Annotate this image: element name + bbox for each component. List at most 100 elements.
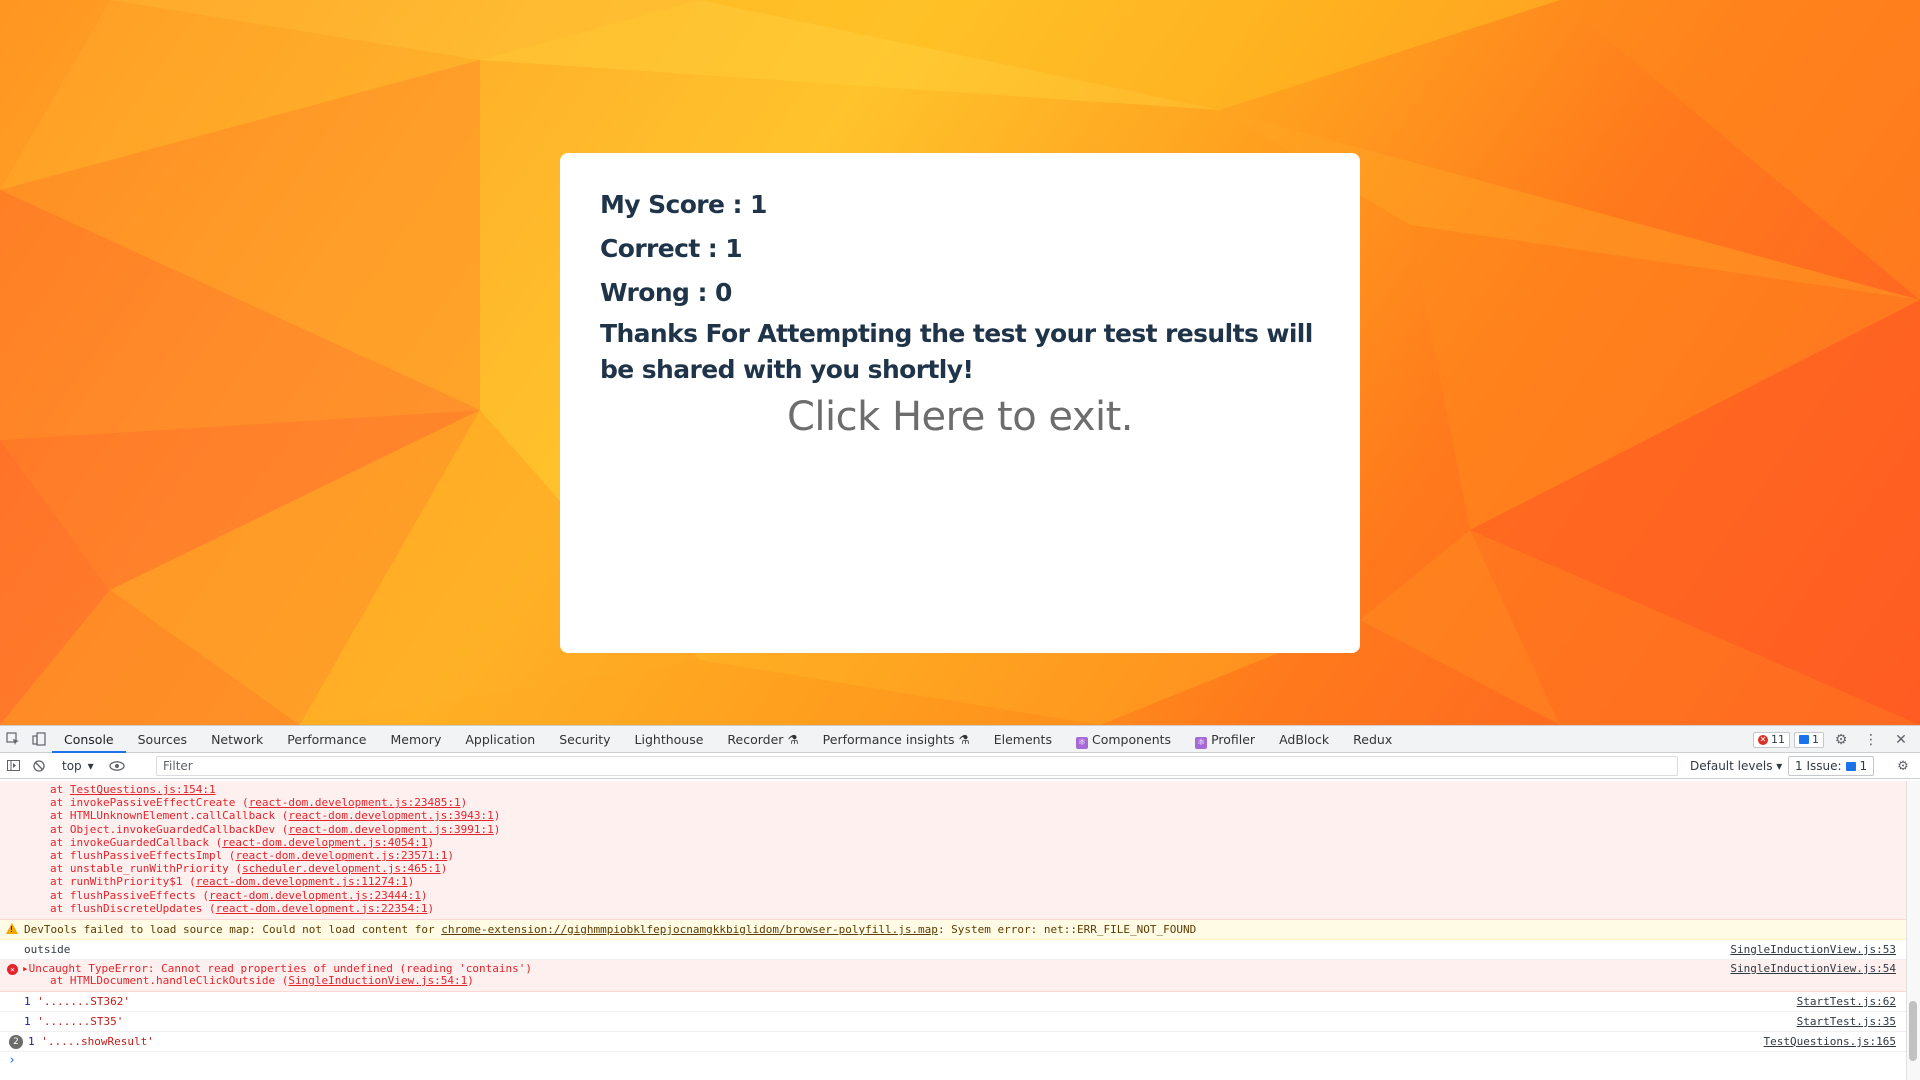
react-icon: ⚛: [1075, 736, 1088, 749]
source-link[interactable]: scheduler.development.js:465:1: [242, 862, 441, 875]
log-levels-value: Default levels: [1690, 759, 1773, 773]
issue-icon: [1845, 761, 1856, 771]
console-messages: at TestQuestions.js:154:1 at invokePassi…: [0, 781, 1906, 1080]
page-viewport: My Score : 1 Correct : 1 Wrong : 0 Thank…: [0, 0, 1920, 725]
flask-icon: ⚗: [958, 731, 970, 747]
result-card: My Score : 1 Correct : 1 Wrong : 0 Thank…: [560, 153, 1360, 653]
settings-gear-icon[interactable]: ⚙: [1828, 727, 1854, 753]
warning-message: DevTools failed to load source map: Coul…: [0, 919, 1906, 940]
log-message: 1 '.......ST362' StartTest.js:62: [0, 992, 1906, 1012]
message-icon: [1799, 735, 1809, 744]
source-link[interactable]: SingleInductionView.js:54:1: [288, 974, 467, 987]
stack-line: at TestQuestions.js:154:1: [50, 783, 216, 796]
more-options-icon[interactable]: ⋮: [1858, 727, 1884, 753]
stack-line: at HTMLDocument.handleClickOutside (Sing…: [50, 973, 474, 987]
device-toolbar-icon[interactable]: [26, 726, 52, 752]
chevron-down-icon: ▾: [87, 758, 94, 773]
stack-line: at invokeGuardedCallback (react-dom.deve…: [50, 835, 435, 849]
thanks-message: Thanks For Attempting the test your test…: [600, 319, 1313, 384]
source-link[interactable]: react-dom.development.js:23571:1: [235, 849, 447, 862]
source-link[interactable]: react-dom.development.js:3991:1: [288, 823, 493, 836]
console-settings-gear-icon[interactable]: ⚙: [1890, 753, 1916, 779]
source-link[interactable]: react-dom.development.js:23444:1: [209, 889, 421, 902]
clear-console-icon[interactable]: [26, 753, 52, 779]
tab-console[interactable]: Console: [52, 726, 126, 753]
source-link[interactable]: SingleInductionView.js:54: [1730, 960, 1896, 977]
tab-recorder[interactable]: Recorder ⚗: [715, 726, 810, 753]
tab-security[interactable]: Security: [547, 726, 622, 753]
tab-profiler[interactable]: ⚛ Profiler: [1183, 726, 1267, 753]
issues-label: 1 Issue:: [1795, 759, 1842, 773]
console-toolbar: top ▾ Default levels ▾ 1 Issue: 1 ⚙: [0, 753, 1920, 779]
stack-line: at Object.invokeGuardedCallbackDev (reac…: [50, 822, 501, 836]
stack-line: at invokePassiveEffectCreate (react-dom.…: [50, 796, 468, 810]
source-link[interactable]: react-dom.development.js:11274:1: [196, 875, 408, 888]
tab-performance[interactable]: Performance: [275, 726, 378, 753]
react-icon: ⚛: [1195, 736, 1208, 749]
tab-network[interactable]: Network: [199, 726, 275, 753]
source-link[interactable]: TestQuestions.js:165: [1764, 1032, 1896, 1051]
tab-lighthouse[interactable]: Lighthouse: [623, 726, 716, 753]
type-error-text[interactable]: ▸Uncaught TypeError: Cannot read propert…: [0, 960, 1906, 975]
source-link[interactable]: StartTest.js:35: [1797, 1012, 1896, 1031]
log-levels-select[interactable]: Default levels ▾: [1686, 756, 1786, 776]
stack-line: at HTMLUnknownElement.callCallback (reac…: [50, 809, 501, 823]
expand-triangle-icon[interactable]: ▸: [22, 962, 29, 975]
tab-performance-insights[interactable]: Performance insights ⚗: [811, 726, 982, 753]
devtools-tabbar: Console Sources Network Performance Memo…: [0, 726, 1920, 753]
sidebar-toggle-icon[interactable]: [0, 753, 26, 779]
source-link[interactable]: react-dom.development.js:3943:1: [288, 809, 493, 822]
stack-line: at unstable_runWithPriority (scheduler.d…: [50, 862, 448, 876]
devtools-tabbar-right: ✕ 11 1 ⚙ ⋮ ✕: [1753, 726, 1920, 753]
tab-application[interactable]: Application: [453, 726, 547, 753]
inspect-element-icon[interactable]: [0, 726, 26, 752]
console-prompt[interactable]: ›: [0, 1052, 1906, 1070]
tab-sources[interactable]: Sources: [126, 726, 199, 753]
tab-components[interactable]: ⚛ Components: [1064, 726, 1183, 753]
message-count-badge[interactable]: 1: [1794, 731, 1824, 748]
close-devtools-icon[interactable]: ✕: [1888, 727, 1914, 753]
my-score-text: My Score : 1: [600, 190, 767, 219]
stack-line: at runWithPriority$1 (react-dom.developm…: [50, 875, 415, 889]
flask-icon: ⚗: [787, 731, 799, 747]
source-link[interactable]: react-dom.development.js:23485:1: [249, 796, 461, 809]
source-link[interactable]: chrome-extension://gighmmpiobklfepjocnam…: [441, 923, 938, 936]
prompt-chevron-icon: ›: [8, 1052, 16, 1068]
type-error-message: ✕ ▸Uncaught TypeError: Cannot read prope…: [0, 959, 1906, 992]
log-message: outside SingleInductionView.js:53: [0, 940, 1906, 960]
message-count: 1: [1812, 732, 1819, 746]
tab-performance-insights-label: Performance insights: [822, 731, 955, 747]
context-select[interactable]: top ▾: [56, 756, 100, 776]
tab-redux[interactable]: Redux: [1341, 726, 1404, 753]
source-link[interactable]: react-dom.development.js:22354:1: [216, 902, 428, 915]
console-scrollbar[interactable]: [1906, 781, 1920, 1080]
error-count: 11: [1771, 732, 1785, 746]
issues-count: 1: [1859, 759, 1868, 773]
devtools-panel: Console Sources Network Performance Memo…: [0, 725, 1920, 1080]
console-filter-input[interactable]: [156, 756, 1678, 776]
issues-button[interactable]: 1 Issue: 1: [1788, 756, 1875, 776]
tab-memory[interactable]: Memory: [379, 726, 454, 753]
correct-count-text: Correct : 1: [600, 234, 743, 263]
tab-elements[interactable]: Elements: [982, 726, 1064, 753]
console-scrollbar-thumb[interactable]: [1909, 1001, 1917, 1061]
source-link[interactable]: TestQuestions.js:154:1: [70, 783, 216, 796]
error-count-badge[interactable]: ✕ 11: [1753, 731, 1790, 748]
exit-link[interactable]: Click Here to exit.: [600, 394, 1320, 440]
tab-recorder-label: Recorder: [727, 731, 784, 747]
context-value: top: [62, 758, 82, 773]
live-expression-eye-icon[interactable]: [104, 753, 130, 779]
source-link[interactable]: SingleInductionView.js:53: [1730, 940, 1896, 959]
source-link[interactable]: StartTest.js:62: [1797, 992, 1896, 1011]
log-message: 2 1 '.....showResult' TestQuestions.js:1…: [0, 1032, 1906, 1052]
log-message: 1 '.......ST35' StartTest.js:35: [0, 1012, 1906, 1032]
tab-adblock[interactable]: AdBlock: [1267, 726, 1341, 753]
log-text: outside: [24, 942, 71, 956]
tab-profiler-label: Profiler: [1211, 731, 1256, 747]
error-stack-message: at TestQuestions.js:154:1 at invokePassi…: [0, 781, 1906, 920]
source-link[interactable]: react-dom.development.js:4054:1: [222, 836, 427, 849]
chevron-down-icon: ▾: [1776, 759, 1783, 773]
wrong-count-text: Wrong : 0: [600, 278, 732, 307]
error-icon: ✕: [1758, 734, 1768, 745]
tab-components-label: Components: [1091, 731, 1172, 747]
